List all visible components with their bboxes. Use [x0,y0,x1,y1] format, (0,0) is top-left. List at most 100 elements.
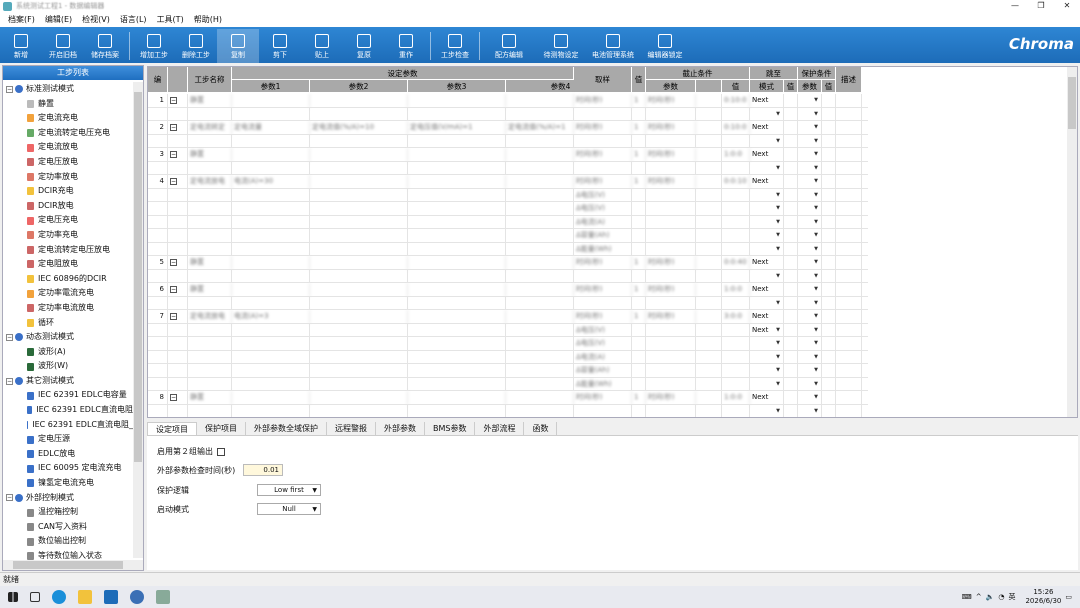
volume-icon[interactable]: 🔈 [986,593,995,601]
protect-logic-select[interactable]: Low first ▼ [257,484,321,496]
tree-group-0[interactable]: − 标准测试模式 [3,82,133,97]
protect-param-cell[interactable]: ▼ [798,148,822,162]
subrow-cell[interactable] [310,188,408,202]
cutoff-value-cell[interactable]: 1:0:0 [722,283,750,297]
subrow-cell[interactable] [632,337,646,351]
subrow-cell[interactable] [696,188,722,202]
param4-cell[interactable]: 定电流值(%/A)=1 [506,121,574,135]
param2-cell[interactable] [310,391,408,405]
sample-cell[interactable]: 时间(秒) [574,283,632,297]
tree-item[interactable]: 定电压放电 [3,155,133,170]
subrow-cell[interactable] [232,161,310,175]
table-row[interactable]: 8− 静置 时间(秒) 1 时间(秒) 1:0:0 Next ▼ [148,391,868,405]
subrow-cell[interactable] [696,107,722,121]
header-sample[interactable]: 取样 [574,67,632,93]
param2-cell[interactable]: 定电流值(%/A)=10 [310,121,408,135]
header-param-2[interactable]: 参数2 [310,80,408,93]
subrow-cell[interactable] [168,134,188,148]
subrow-cell[interactable] [646,134,696,148]
subrow-cell[interactable] [506,242,574,256]
param3-cell[interactable] [408,175,506,189]
subrow-cell[interactable]: ▼ [750,242,784,256]
param2-cell[interactable] [310,283,408,297]
browser-icon[interactable] [130,590,144,604]
jump-mode-cell[interactable]: Next [750,310,784,324]
subrow-cell[interactable] [722,269,750,283]
subrow-cell[interactable] [784,350,798,364]
subrow-cell[interactable]: Δ容量(Ah) [574,364,632,378]
collapse-toggle[interactable]: − [6,85,13,93]
subrow-cell[interactable] [646,242,696,256]
row-toggle[interactable]: − [168,391,188,405]
subrow-cell[interactable] [822,350,836,364]
subrow-cell[interactable] [148,350,168,364]
subrow-cell[interactable] [646,350,696,364]
tab-2[interactable]: 外部参数全域保护 [246,422,327,435]
subrow-cell[interactable] [822,364,836,378]
subrow-cell[interactable] [574,107,632,121]
subrow-cell[interactable] [408,134,506,148]
step-number[interactable]: 6 [148,283,168,297]
sample-cell[interactable]: 时间(秒) [574,148,632,162]
network-icon[interactable]: ◔ [998,593,1004,601]
cutoff-param-cell[interactable]: 时间(秒) [646,391,696,405]
subrow-cell[interactable] [722,242,750,256]
subrow-cell[interactable] [310,215,408,229]
subrow-cell[interactable] [232,269,310,283]
subrow-cell[interactable] [632,229,646,243]
subrow-cell[interactable] [188,364,232,378]
subrow-cell[interactable] [232,364,310,378]
table-subrow[interactable]: ▼ ▼ [148,404,868,417]
subrow-cell[interactable]: ▼ [798,269,822,283]
param4-cell[interactable] [506,94,574,108]
subrow-cell[interactable] [822,337,836,351]
subrow-cell[interactable] [148,296,168,310]
collapse-toggle[interactable]: − [170,286,177,293]
table-row[interactable]: 2− 定电流转定 定电流量 定电流值(%/A)=10 定电压值(V/mA)=1 定电流值(… [148,121,868,135]
protect-param-cell[interactable]: ▼ [798,283,822,297]
row-toggle[interactable]: − [168,256,188,270]
subrow-cell[interactable] [646,229,696,243]
subrow-cell[interactable]: ▼ [798,229,822,243]
cutoff-op-cell[interactable] [696,310,722,324]
subrow-cell[interactable]: ▼ [798,296,822,310]
param3-cell[interactable] [408,148,506,162]
header-cutoff-param[interactable]: 参数 [646,80,696,93]
subrow-cell[interactable]: ▼ [798,134,822,148]
subrow-cell[interactable] [696,215,722,229]
subrow-cell[interactable] [574,269,632,283]
param1-cell[interactable] [232,283,310,297]
tree-item[interactable]: 波形(A) [3,345,133,360]
subrow-cell[interactable] [574,161,632,175]
notification-icon[interactable]: ▭ [1065,593,1072,601]
header-param-1[interactable]: 参数1 [232,80,310,93]
step-name-cell[interactable]: 静置 [188,256,232,270]
subrow-cell[interactable] [506,188,574,202]
subrow-cell[interactable] [506,215,574,229]
subrow-cell[interactable] [310,242,408,256]
header-param-3[interactable]: 参数3 [408,80,506,93]
subrow-cell[interactable] [784,337,798,351]
subrow-cell[interactable] [696,296,722,310]
mail-icon[interactable] [104,590,118,604]
cutoff-param-cell[interactable]: 时间(秒) [646,148,696,162]
subrow-cell[interactable] [696,229,722,243]
subrow-cell[interactable] [722,296,750,310]
subrow-cell[interactable]: ▼ [750,188,784,202]
subrow-cell[interactable] [696,269,722,283]
subrow-cell[interactable] [632,202,646,216]
subrow-cell[interactable]: ▼ [798,404,822,417]
subrow-cell[interactable] [822,107,836,121]
subrow-cell[interactable] [506,161,574,175]
subrow-cell[interactable] [168,202,188,216]
step-list-hscrollbar[interactable] [3,560,143,570]
subrow-cell[interactable] [822,269,836,283]
header-protect[interactable]: 保护条件 [798,67,836,80]
subrow-cell[interactable] [232,337,310,351]
collapse-toggle[interactable]: − [170,259,177,266]
subrow-cell[interactable] [506,404,574,417]
protect-value-cell[interactable] [822,121,836,135]
subrow-cell[interactable] [310,377,408,391]
explorer-icon[interactable] [78,590,92,604]
subrow-cell[interactable] [408,215,506,229]
